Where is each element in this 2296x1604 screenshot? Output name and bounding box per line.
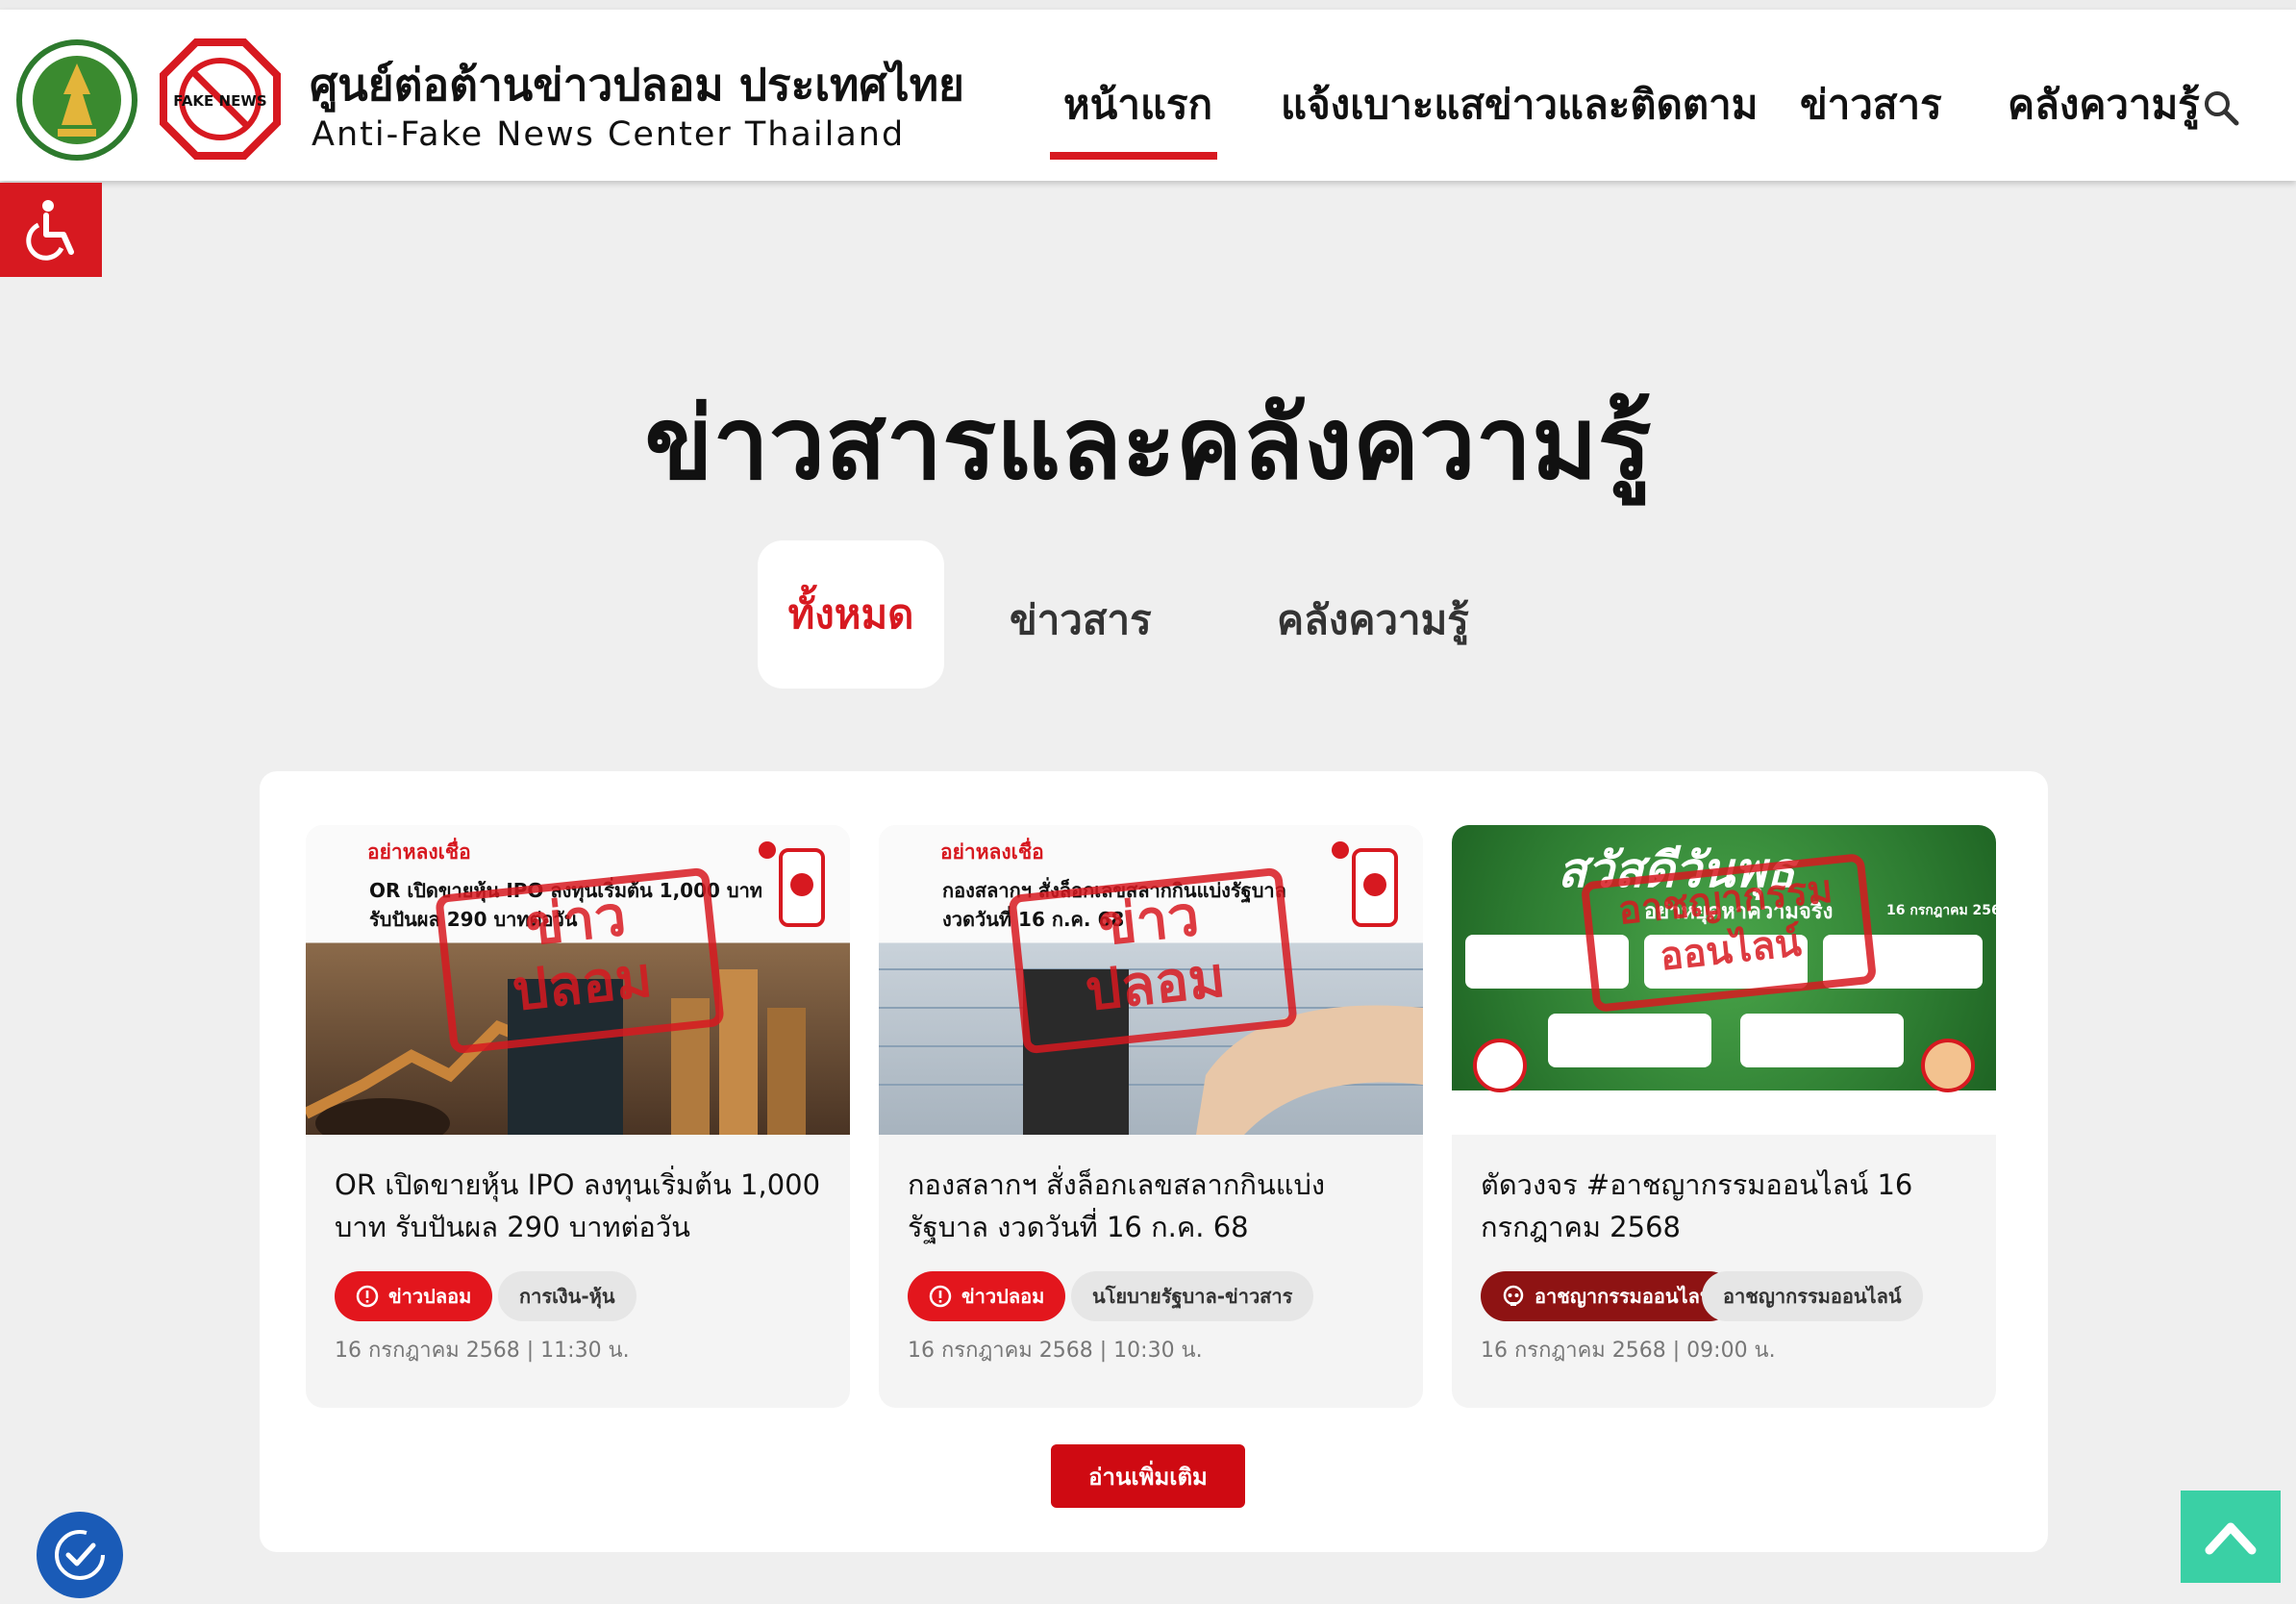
accessibility-button[interactable]: [0, 183, 102, 277]
fake-stamp: ข่าว ปลอม: [435, 866, 725, 1055]
card-date: 16 กรกฎาคม 2568 | 10:30 น.: [908, 1339, 1203, 1363]
nav-item-report[interactable]: แจ้งเบาะแสข่าวและติดตาม: [1281, 73, 1758, 137]
news-card[interactable]: อย่าหลงเชื่อ กองสลากฯ สั่งล็อกเลขสลากกิน…: [879, 825, 1423, 1408]
tab-news[interactable]: ข่าวสาร: [1010, 589, 1152, 652]
news-card[interactable]: อย่าหลงเชื่อ OR เปิดขายหุ้น IPO ลงทุนเริ…: [306, 825, 850, 1408]
top-strip: [0, 0, 2296, 10]
phone-mascot-icon: [759, 841, 825, 927]
accessibility-check-icon: [55, 1530, 105, 1580]
fake-news-badge[interactable]: ข่าวปลอม: [908, 1271, 1066, 1321]
nav-item-news[interactable]: ข่าวสาร: [1800, 73, 1942, 137]
search-icon[interactable]: [2202, 88, 2240, 127]
card-date: 16 กรกฎาคม 2568 | 11:30 น.: [335, 1339, 630, 1363]
fake-news-badge[interactable]: ข่าวปลอม: [335, 1271, 493, 1321]
alert-icon: [929, 1285, 952, 1308]
thumbnail-line: 16 กรกฎาคม 2568: [1886, 903, 1996, 918]
card-thumbnail[interactable]: สวัสดีวันพุธ อย่าหยุดหาความจริง 16 กรกฎา…: [1452, 825, 1996, 1135]
chevron-up-icon: [2205, 1522, 2257, 1555]
site-header: FAKE NEWS ศูนย์ต่อต้านข่าวปลอม ประเทศไทย…: [0, 10, 2296, 181]
card-date: 16 กรกฎาคม 2568 | 09:00 น.: [1481, 1339, 1776, 1363]
skull-icon: [1503, 1285, 1524, 1306]
badge-label: อาชญากรรมออนไลน์: [1535, 1285, 1713, 1308]
accessibility-widget-button[interactable]: [37, 1512, 123, 1598]
card-thumbnail[interactable]: อย่าหลงเชื่อ กองสลากฯ สั่งล็อกเลขสลากกิน…: [879, 825, 1423, 1135]
back-to-top-button[interactable]: [2181, 1491, 2281, 1583]
badge-label: ข่าวปลอม: [961, 1285, 1045, 1308]
thumbnail-header: อย่าหลงเชื่อ: [940, 840, 1044, 864]
nav-item-knowledge[interactable]: คลังความรู้: [2008, 73, 2200, 137]
tab-all[interactable]: ทั้งหมด: [758, 540, 944, 689]
cybercrime-badge[interactable]: อาชญากรรมออนไลน์: [1481, 1271, 1734, 1321]
main-nav: หน้าแรก แจ้งเบาะแสข่าวและติดตาม ข่าวสาร …: [0, 10, 2296, 181]
category-tag[interactable]: การเงิน-หุ้น: [498, 1271, 636, 1321]
category-tag[interactable]: นโยบายรัฐบาล-ข่าวสาร: [1071, 1271, 1314, 1321]
page-title: ข่าวสารและคลังความรู้: [644, 385, 1652, 502]
alert-icon: [356, 1285, 379, 1308]
phone-mascot-icon: [1332, 841, 1398, 927]
category-tag[interactable]: อาชญากรรมออนไลน์: [1702, 1271, 1923, 1321]
card-title[interactable]: ตัดวงจร #อาชญากรรมออนไลน์ 16 กรกฎาคม 256…: [1481, 1164, 1977, 1248]
card-title[interactable]: OR เปิดขายหุ้น IPO ลงทุนเริ่มต้น 1,000 บ…: [335, 1164, 831, 1248]
fake-stamp: ข่าว ปลอม: [1008, 866, 1298, 1055]
card-title[interactable]: กองสลากฯ สั่งล็อกเลขสลากกินแบ่งรัฐบาล งว…: [908, 1164, 1404, 1248]
nav-item-home[interactable]: หน้าแรก: [1063, 73, 1212, 137]
read-more-button[interactable]: อ่านเพิ่มเติม: [1051, 1444, 1245, 1508]
news-card[interactable]: สวัสดีวันพุธ อย่าหยุดหาความจริง 16 กรกฎา…: [1452, 825, 1996, 1408]
tab-knowledge[interactable]: คลังความรู้: [1277, 589, 1469, 652]
badge-label: ข่าวปลอม: [388, 1285, 472, 1308]
nav-active-underline: [1050, 152, 1217, 160]
wheelchair-icon: [26, 200, 74, 261]
thumbnail-header: อย่าหลงเชื่อ: [367, 840, 471, 864]
card-thumbnail[interactable]: อย่าหลงเชื่อ OR เปิดขายหุ้น IPO ลงทุนเริ…: [306, 825, 850, 1135]
